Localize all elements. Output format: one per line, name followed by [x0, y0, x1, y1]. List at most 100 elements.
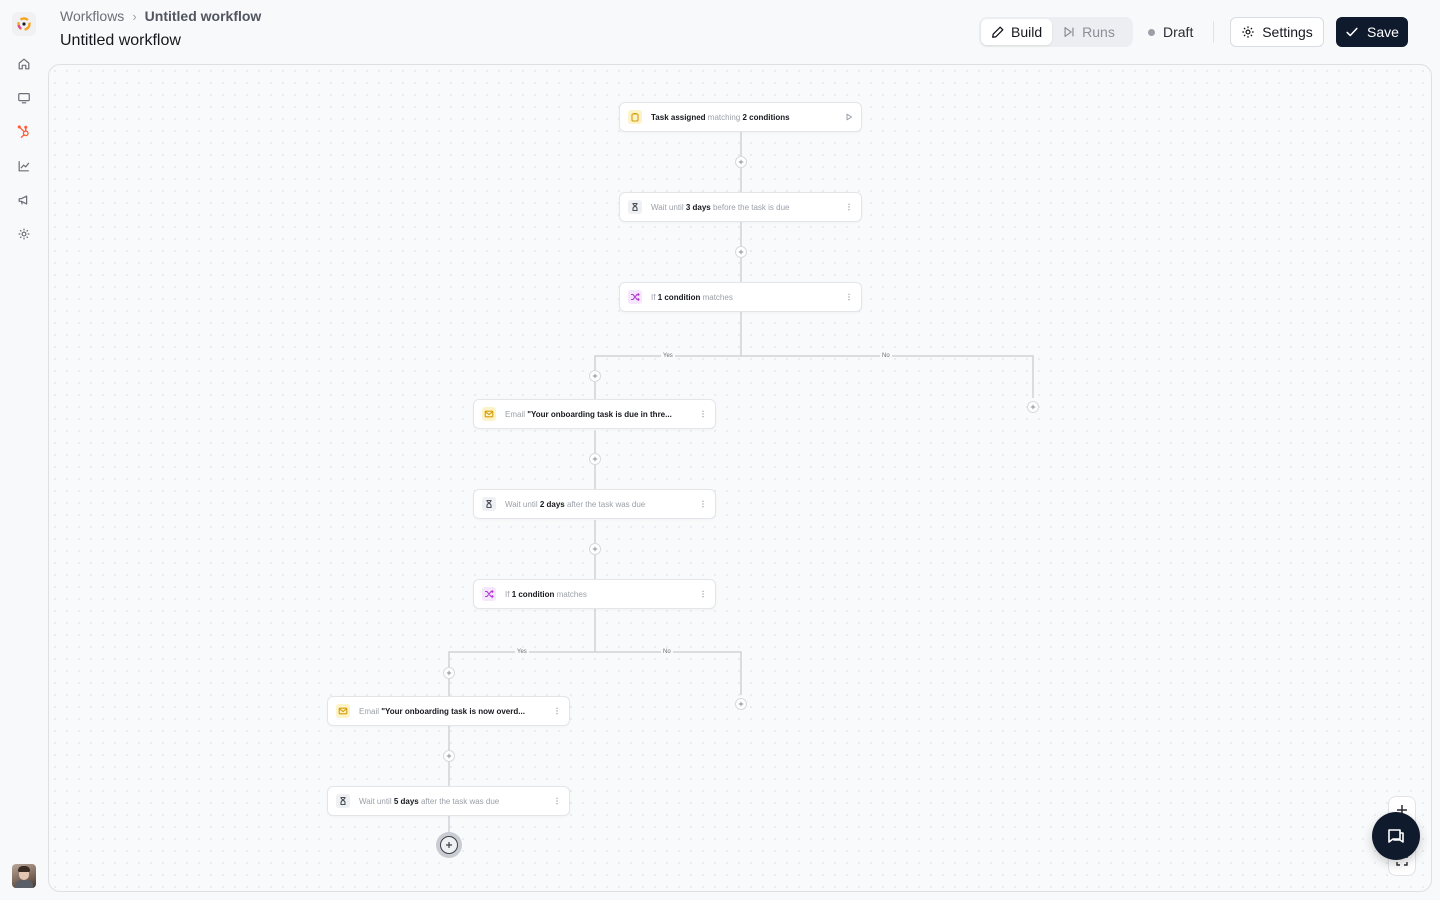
- plus-icon: [738, 249, 744, 255]
- branch-node[interactable]: If 1 condition matches: [619, 282, 862, 312]
- wait-node[interactable]: Wait until 2 days after the task was due: [473, 489, 716, 519]
- workflow-canvas[interactable]: Yes No Yes No Task assigned matching 2 c…: [48, 64, 1432, 892]
- node-menu-button[interactable]: [843, 290, 855, 304]
- plus-icon: [446, 753, 452, 759]
- wait-suffix: before the task is due: [712, 202, 790, 212]
- add-step-button[interactable]: [589, 543, 601, 555]
- chevron-right-icon: ›: [132, 8, 137, 24]
- wait-node[interactable]: Wait until 5 days after the task was due: [327, 786, 570, 816]
- run-test-button[interactable]: [843, 110, 855, 124]
- plus-icon: [592, 546, 598, 552]
- sidebar-item-settings[interactable]: [14, 224, 34, 244]
- megaphone-icon: [18, 195, 28, 205]
- plus-icon: [446, 670, 452, 676]
- mail-icon: [482, 407, 496, 421]
- hourglass-icon: [336, 794, 350, 808]
- wait-duration: 3 days: [685, 202, 711, 212]
- branch-no-label: No: [661, 648, 673, 656]
- settings-button[interactable]: Settings: [1230, 17, 1324, 47]
- hourglass-icon: [482, 497, 496, 511]
- wait-text: Wait until 2 days after the task was due: [505, 500, 697, 509]
- save-button[interactable]: Save: [1336, 17, 1408, 47]
- add-step-button[interactable]: [443, 750, 455, 762]
- branch-prefix: If: [651, 292, 656, 302]
- branch-condition: 1 condition: [511, 589, 555, 599]
- email-subject: "Your onboarding task is due in thre...: [527, 409, 672, 419]
- chat-button[interactable]: [1372, 812, 1420, 860]
- trigger-event: Task assigned: [651, 112, 706, 122]
- wait-suffix: after the task was due: [566, 499, 646, 509]
- node-menu-button[interactable]: [697, 497, 709, 511]
- gear-icon: [18, 228, 30, 240]
- clipboard-icon: [628, 110, 642, 124]
- app-logo[interactable]: [12, 12, 36, 36]
- plus-icon: [446, 842, 452, 848]
- page-title[interactable]: Untitled workflow: [60, 32, 181, 50]
- wait-suffix: after the task was due: [420, 796, 500, 806]
- branch-yes-label: Yes: [515, 648, 529, 656]
- shuffle-icon: [482, 587, 496, 601]
- node-menu-button[interactable]: [551, 794, 563, 808]
- email-subject: "Your onboarding task is now overd...: [381, 706, 525, 716]
- avatar[interactable]: [12, 864, 36, 888]
- branch-no-label: No: [880, 352, 892, 360]
- more-vertical-icon: [848, 293, 850, 301]
- tab-build[interactable]: Build: [981, 19, 1053, 45]
- logo-icon: [17, 17, 31, 31]
- plus-icon: [592, 373, 598, 379]
- branch-suffix: matches: [702, 292, 733, 302]
- tab-runs[interactable]: Runs: [1052, 19, 1125, 45]
- sidebar-item-display[interactable]: [14, 88, 34, 108]
- add-step-button[interactable]: [443, 667, 455, 679]
- wait-prefix: Wait until: [359, 796, 392, 806]
- branch-condition: 1 condition: [657, 292, 701, 302]
- settings-label: Settings: [1262, 24, 1313, 40]
- more-vertical-icon: [556, 707, 558, 715]
- node-menu-button[interactable]: [697, 587, 709, 601]
- wait-node[interactable]: Wait until 3 days before the task is due: [619, 192, 862, 222]
- email-node[interactable]: Email "Your onboarding task is due in th…: [473, 399, 716, 429]
- play-icon: [846, 113, 853, 121]
- sidebar-item-marketing[interactable]: [14, 190, 34, 210]
- sidebar-item-reports[interactable]: [14, 156, 34, 176]
- branch-yes-label: Yes: [661, 352, 675, 360]
- plus-icon: [738, 159, 744, 165]
- chat-icon: [1388, 829, 1404, 843]
- branch-node[interactable]: If 1 condition matches: [473, 579, 716, 609]
- branch-text: If 1 condition matches: [651, 293, 843, 302]
- add-step-button[interactable]: [735, 246, 747, 258]
- status-dot: [1148, 28, 1155, 36]
- breadcrumb-current: Untitled workflow: [144, 8, 262, 24]
- breadcrumb-root[interactable]: Workflows: [60, 8, 124, 24]
- more-vertical-icon: [702, 590, 704, 598]
- add-step-button[interactable]: [589, 370, 601, 382]
- node-menu-button[interactable]: [843, 200, 855, 214]
- email-node[interactable]: Email "Your onboarding task is now overd…: [327, 696, 570, 726]
- sidebar-item-workflows[interactable]: [14, 122, 34, 142]
- wait-prefix: Wait until: [505, 499, 538, 509]
- hubspot-sprocket-icon: [17, 125, 29, 138]
- sidebar: [0, 0, 48, 900]
- pencil-icon: [992, 26, 1004, 38]
- trigger-matching: matching: [707, 112, 741, 122]
- hourglass-icon: [628, 200, 642, 214]
- node-menu-button[interactable]: [697, 407, 709, 421]
- add-step-button[interactable]: [735, 156, 747, 168]
- add-step-button[interactable]: [1027, 401, 1039, 413]
- branch-suffix: matches: [556, 589, 587, 599]
- node-menu-button[interactable]: [551, 704, 563, 718]
- add-step-button[interactable]: [589, 453, 601, 465]
- gear-icon: [1242, 26, 1254, 38]
- more-vertical-icon: [556, 797, 558, 805]
- home-icon: [18, 58, 30, 70]
- branch-text: If 1 condition matches: [505, 590, 697, 599]
- mail-icon: [336, 704, 350, 718]
- add-step-button-active[interactable]: [436, 832, 462, 858]
- shuffle-icon: [628, 290, 642, 304]
- email-text: Email "Your onboarding task is now overd…: [359, 707, 551, 716]
- trigger-node[interactable]: Task assigned matching 2 conditions: [619, 102, 862, 132]
- tab-runs-label: Runs: [1082, 24, 1115, 40]
- sidebar-item-home[interactable]: [14, 54, 34, 74]
- header-divider: [1213, 21, 1214, 43]
- add-step-button[interactable]: [735, 698, 747, 710]
